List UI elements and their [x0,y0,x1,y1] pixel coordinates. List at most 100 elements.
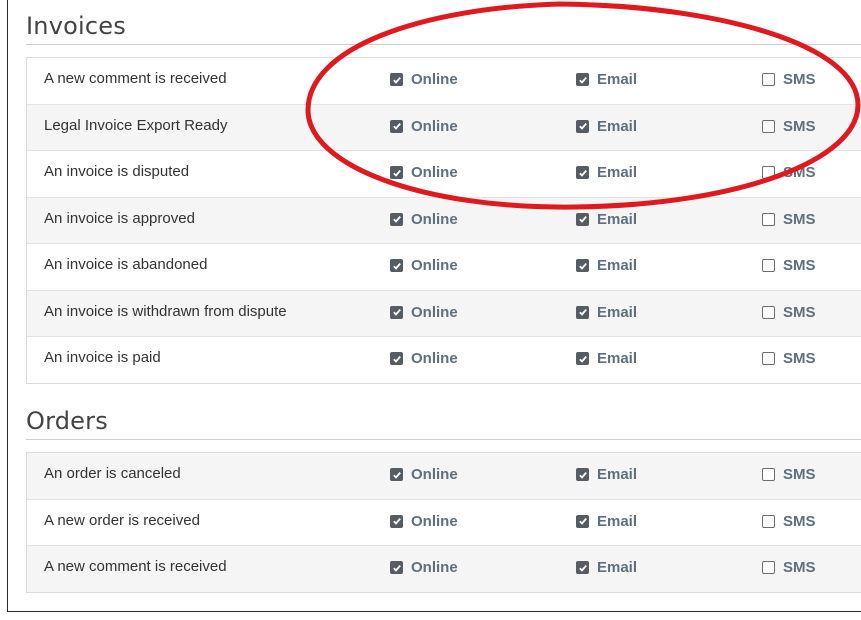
table-row: An invoice is abandoned Online Email SMS [27,244,861,291]
row-label: A new comment is received [44,558,227,575]
email-label: Email [597,210,638,228]
table-row: An order is canceled Online Email SMS [27,453,861,500]
empty-checkbox-icon [762,259,775,272]
online-checkbox[interactable]: Online [390,71,458,88]
sms-label: SMS [783,512,816,530]
table-row: An invoice is disputed Online Email SMS [27,151,861,198]
email-checkbox[interactable]: Email [576,466,637,483]
orders-settings-table: An order is canceled Online Email SMS A … [26,452,861,593]
email-checkbox[interactable]: Email [576,211,637,228]
online-label: Online [411,71,458,88]
checkmark-icon [390,514,403,528]
invoices-settings-table: A new comment is received Online Email S… [26,57,861,384]
email-checkbox[interactable]: Email [576,118,637,135]
sms-checkbox[interactable]: SMS [762,211,816,228]
checkmark-icon [390,259,403,272]
section-title-invoices: Invoices [26,12,126,40]
online-checkbox[interactable]: Online [390,513,458,530]
table-row: A new comment is received Online Email S… [27,546,861,592]
section-divider [26,44,861,45]
online-label: Online [411,466,458,483]
checkmark-icon [576,468,589,481]
sms-label: SMS [783,303,816,321]
sms-label: SMS [783,466,816,483]
online-checkbox[interactable]: Online [390,304,458,321]
checkmark-icon [390,468,403,481]
empty-checkbox-icon [762,352,775,365]
sms-checkbox[interactable]: SMS [762,304,816,321]
sms-label: SMS [783,71,816,88]
sms-checkbox[interactable]: SMS [762,559,816,576]
table-row: An invoice is paid Online Email SMS [27,337,861,383]
email-checkbox[interactable]: Email [576,164,637,181]
empty-checkbox-icon [762,166,775,179]
checkmark-icon [576,212,589,226]
table-row: A new comment is received Online Email S… [27,58,861,105]
email-label: Email [597,257,638,274]
row-label: An invoice is abandoned [44,256,208,273]
email-label: Email [597,303,638,321]
checkmark-icon [390,305,403,319]
email-checkbox[interactable]: Email [576,559,637,576]
online-checkbox[interactable]: Online [390,118,458,135]
online-checkbox[interactable]: Online [390,559,458,576]
row-label: A new order is received [44,511,200,529]
checkmark-icon [390,212,403,226]
checkmark-icon [576,514,589,528]
sms-label: SMS [783,559,816,576]
checkmark-icon [576,305,589,319]
online-label: Online [411,257,458,274]
email-label: Email [597,71,638,88]
checkmark-icon [576,119,589,133]
email-checkbox[interactable]: Email [576,304,637,321]
online-checkbox[interactable]: Online [390,164,458,181]
online-checkbox[interactable]: Online [390,257,458,274]
sms-checkbox[interactable]: SMS [762,466,816,483]
table-row: An invoice is withdrawn from dispute Onl… [27,290,861,337]
row-label: An invoice is approved [44,209,195,227]
row-label: An invoice is withdrawn from dispute [44,302,287,320]
email-checkbox[interactable]: Email [576,71,637,88]
email-label: Email [597,350,638,367]
checkmark-icon [390,73,403,86]
sms-checkbox[interactable]: SMS [762,118,816,135]
table-row: Legal Invoice Export Ready Online Email … [27,104,861,151]
sms-checkbox[interactable]: SMS [762,350,816,367]
checkmark-icon [576,352,589,365]
online-checkbox[interactable]: Online [390,466,458,483]
empty-checkbox-icon [762,212,775,226]
email-checkbox[interactable]: Email [576,513,637,530]
row-label: A new comment is received [44,70,227,87]
online-checkbox[interactable]: Online [390,350,458,367]
checkmark-icon [576,561,589,574]
online-label: Online [411,303,458,321]
section-divider [26,439,861,440]
table-row: An invoice is approved Online Email SMS [27,197,861,244]
sms-checkbox[interactable]: SMS [762,513,816,530]
email-label: Email [597,559,638,576]
sms-label: SMS [783,350,816,367]
empty-checkbox-icon [762,561,775,574]
empty-checkbox-icon [762,119,775,133]
online-label: Online [411,117,458,135]
email-checkbox[interactable]: Email [576,350,637,367]
checkmark-icon [576,166,589,179]
checkmark-icon [576,73,589,86]
online-checkbox[interactable]: Online [390,211,458,228]
online-label: Online [411,164,458,181]
row-label: An order is canceled [44,465,181,482]
section-title-orders: Orders [26,407,108,435]
email-label: Email [597,466,638,483]
email-label: Email [597,164,638,181]
sms-checkbox[interactable]: SMS [762,71,816,88]
sms-label: SMS [783,257,816,274]
row-label: An invoice is disputed [44,163,190,180]
sms-label: SMS [783,117,816,135]
sms-checkbox[interactable]: SMS [762,164,816,181]
sms-checkbox[interactable]: SMS [762,257,816,274]
email-checkbox[interactable]: Email [576,257,637,274]
empty-checkbox-icon [762,73,775,86]
empty-checkbox-icon [762,305,775,319]
empty-checkbox-icon [762,468,775,481]
email-label: Email [597,512,638,530]
